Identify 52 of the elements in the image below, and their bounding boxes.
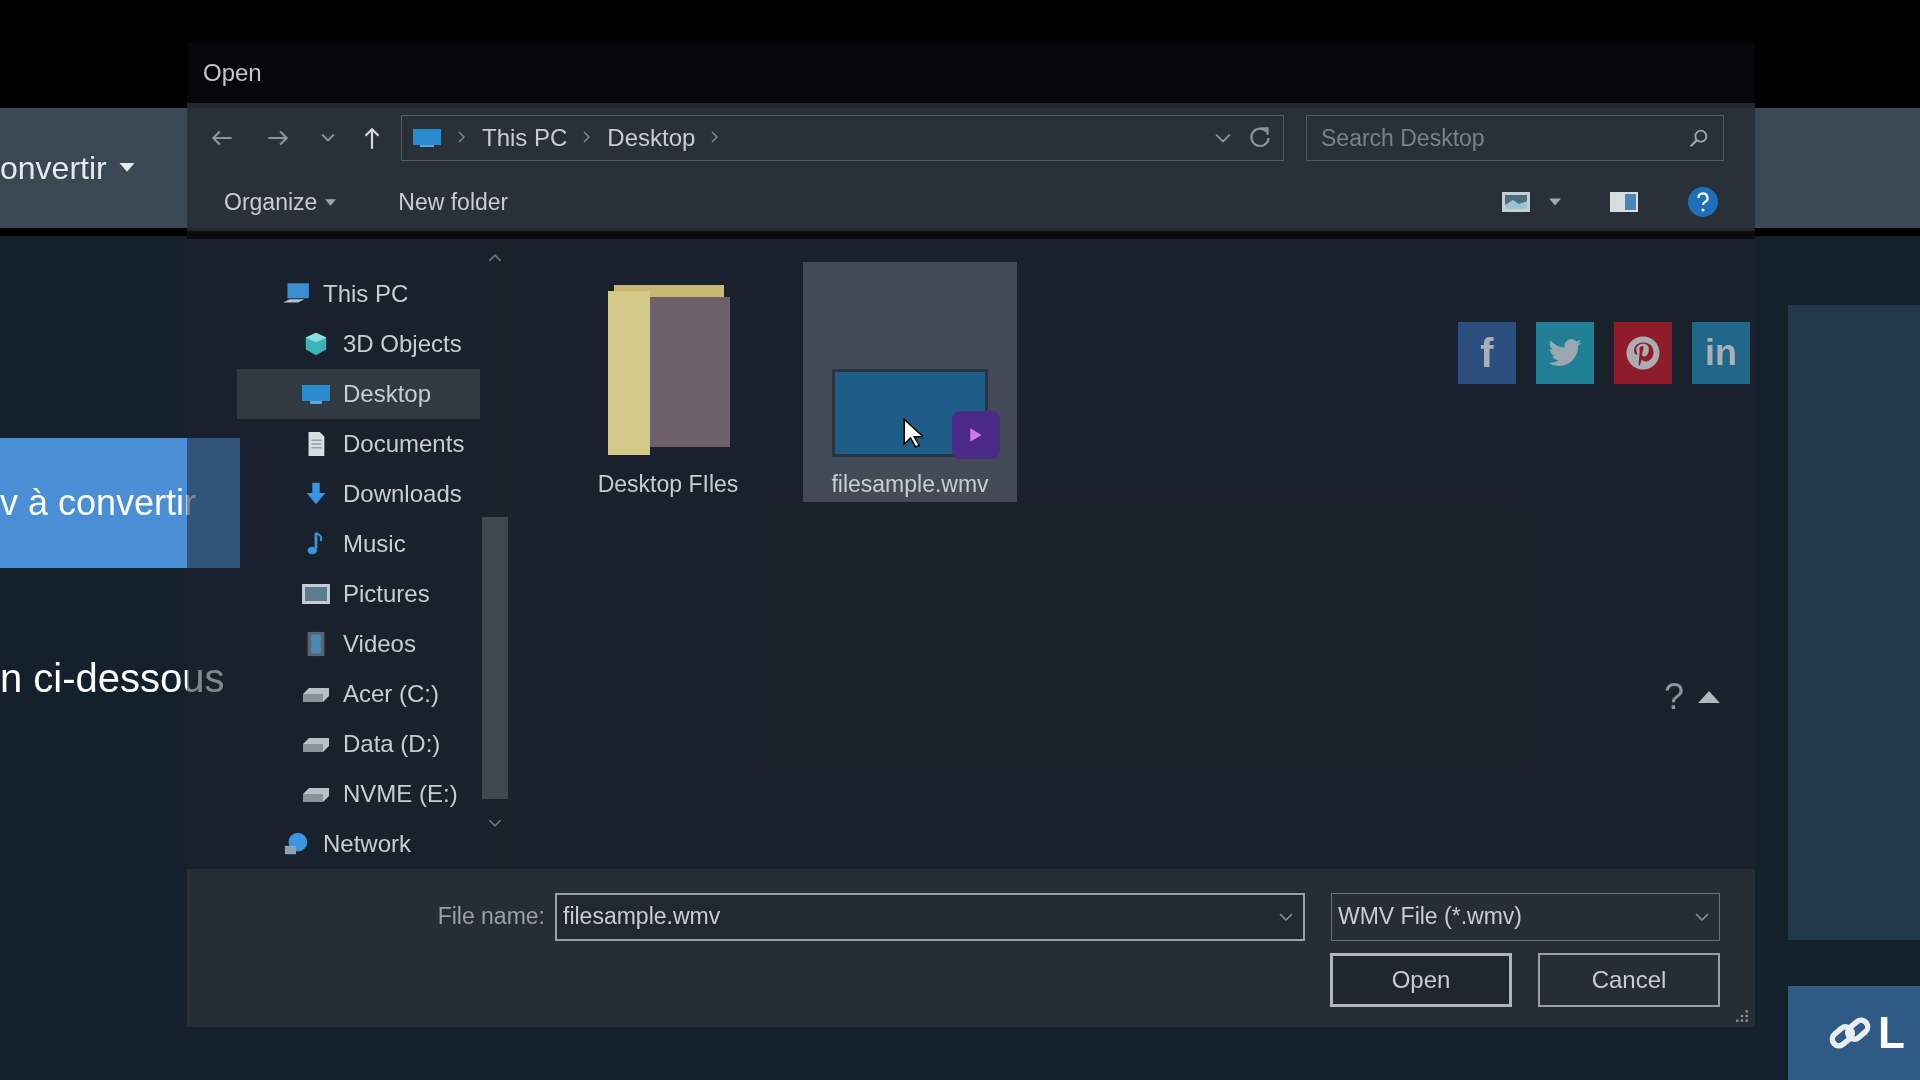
- search-icon: [1688, 127, 1710, 150]
- help-text[interactable]: ?: [1663, 675, 1684, 718]
- navigation-item[interactable]: Downloads: [237, 468, 480, 519]
- window-title: Open: [203, 58, 262, 87]
- chevron-down-icon[interactable]: [1279, 912, 1293, 921]
- pin-logo-icon: [1625, 335, 1661, 371]
- chevron-down-icon: [1695, 912, 1709, 921]
- toolbar-button[interactable]: Organize: [224, 188, 337, 216]
- navigation-item[interactable]: Pictures: [237, 568, 480, 619]
- file-tile[interactable]: Desktop FIles: [581, 261, 755, 502]
- chevron-down-icon[interactable]: [1215, 133, 1231, 144]
- file-name-field[interactable]: filesample.wmv: [555, 892, 1305, 941]
- link-button[interactable]: L: [1788, 986, 1920, 1080]
- navigation-item[interactable]: 3D Objects: [237, 318, 480, 369]
- scroll-down-icon[interactable]: [488, 818, 502, 828]
- facebook-share-button[interactable]: f: [1458, 322, 1516, 384]
- breadcrumb-item[interactable]: This PC: [482, 124, 568, 153]
- collapse-triangle-icon[interactable]: [1698, 690, 1720, 704]
- navigation-item[interactable]: Desktop: [237, 368, 480, 419]
- view-options-icon[interactable]: [1501, 191, 1531, 214]
- mouse-cursor-icon: [903, 417, 923, 448]
- address-bar[interactable]: This PC Desktop: [401, 115, 1284, 162]
- help-icon[interactable]: [1687, 186, 1719, 219]
- navigation-item[interactable]: Data (D:): [237, 718, 480, 769]
- section-heading: n ci-dessous: [0, 656, 225, 700]
- caret-down-icon: [325, 198, 337, 206]
- search-field[interactable]: Search Desktop: [1306, 115, 1724, 162]
- scrollbar-thumb[interactable]: [482, 516, 508, 799]
- convert-menu[interactable]: onvertir: [0, 149, 135, 187]
- navigation-item[interactable]: Music: [237, 518, 480, 569]
- navigation-item[interactable]: NVME (E:): [237, 768, 480, 819]
- navigation-item[interactable]: Network: [237, 818, 480, 869]
- navigation-item[interactable]: Videos: [237, 618, 480, 669]
- navigation-item[interactable]: Acer (C:): [237, 668, 480, 719]
- desktop-icon: [412, 128, 442, 149]
- file-name-label: File name:: [437, 903, 545, 931]
- cancel-button[interactable]: Cancel: [1538, 952, 1720, 1007]
- file-tile[interactable]: filesample.wmv: [803, 261, 1017, 502]
- file-type-dropdown[interactable]: WMV File (*.wmv): [1331, 892, 1720, 941]
- caret-down-icon: [118, 163, 135, 173]
- chevron-down-icon[interactable]: [321, 133, 335, 144]
- breadcrumb-item[interactable]: Desktop: [607, 124, 696, 153]
- open-button[interactable]: Open: [1330, 952, 1512, 1007]
- resize-grip-icon[interactable]: [1735, 1009, 1749, 1023]
- play-icon: [969, 426, 983, 443]
- toolbar-button[interactable]: New folder: [398, 188, 509, 216]
- navigation-item[interactable]: This PC: [237, 268, 480, 319]
- scroll-up-icon[interactable]: [488, 252, 502, 262]
- pinterest-share-button[interactable]: [1614, 322, 1672, 384]
- preview-pane-icon[interactable]: [1609, 191, 1639, 214]
- navigation-item[interactable]: Documents: [237, 418, 480, 469]
- caret-down-icon[interactable]: [1549, 198, 1561, 207]
